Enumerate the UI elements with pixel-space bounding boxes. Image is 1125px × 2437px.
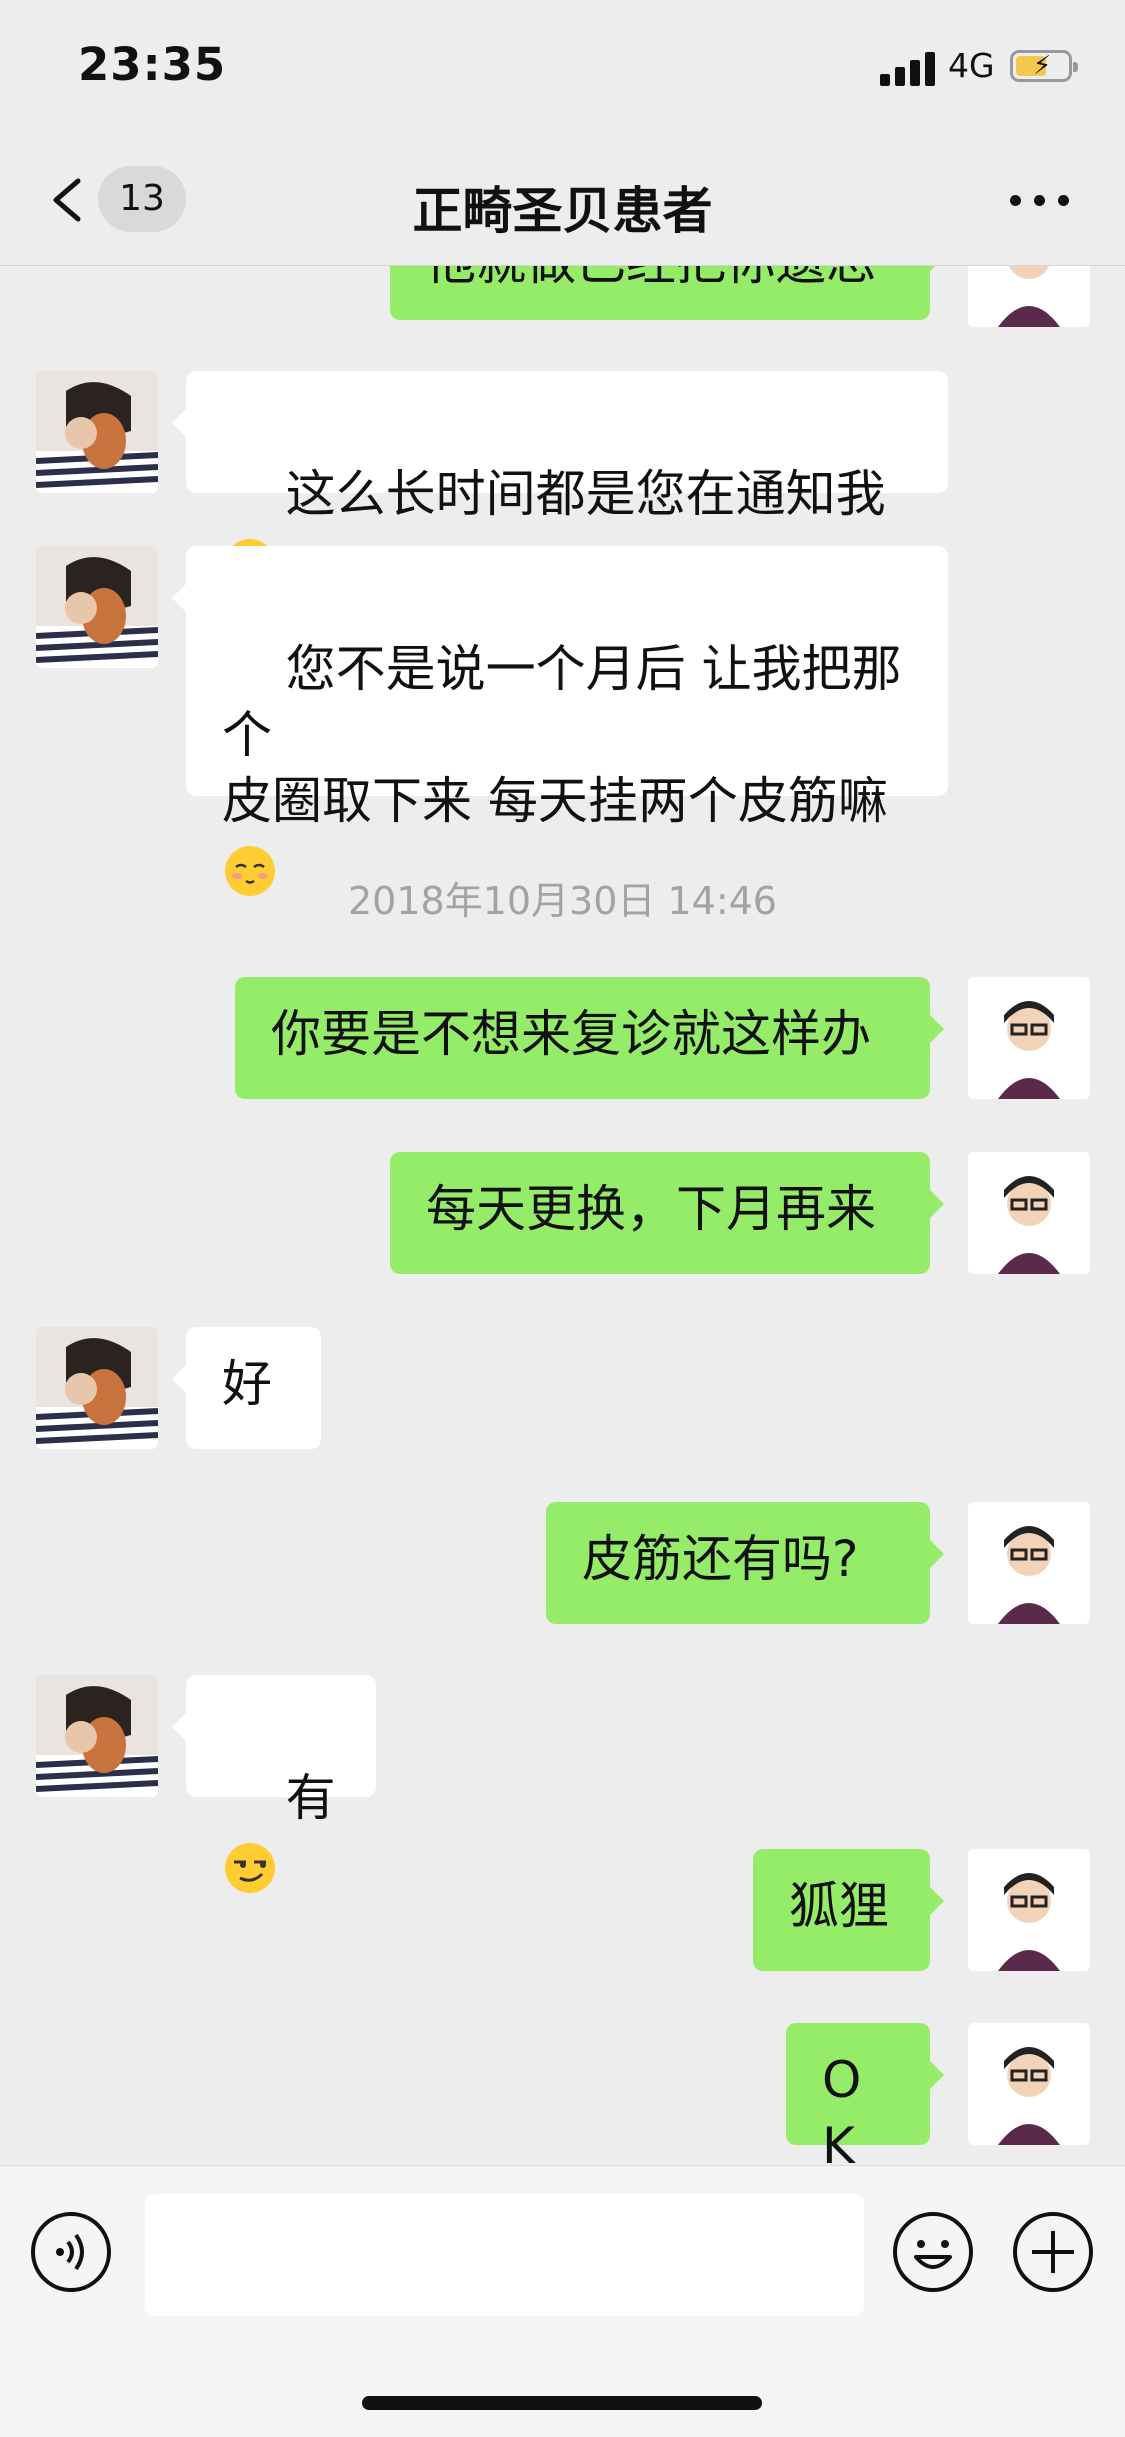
signal-icon — [880, 52, 936, 86]
message-bubble[interactable]: 你要是不想来复诊就这样办 — [235, 977, 944, 1099]
chat-timestamp: 2018年10月30日 14:46 — [347, 879, 777, 923]
network-type: 4G — [948, 46, 995, 85]
message-bubble[interactable]: 这么长时间都是您在通知我 — [172, 371, 948, 589]
avatar-self[interactable] — [968, 1849, 1090, 1971]
message-text: 有 — [285, 1769, 336, 1827]
avatar-self[interactable] — [968, 265, 1090, 327]
plus-icon[interactable] — [1012, 2211, 1094, 2293]
message-bubble[interactable]: OK — [786, 2023, 944, 2165]
message-bubble[interactable]: 狐狸 — [753, 1849, 944, 1971]
message-bubble[interactable]: 皮筋还有吗? — [546, 1502, 944, 1624]
home-indicator — [362, 2396, 762, 2410]
avatar-self[interactable] — [968, 977, 1090, 1099]
emoji-icon[interactable] — [892, 2211, 974, 2293]
avatar-contact[interactable] — [36, 371, 158, 493]
more-dots-icon[interactable] — [1010, 195, 1070, 207]
status-bar: 23:35 4G ⚡ — [0, 0, 1125, 135]
chat-title: 正畸圣贝患者 — [412, 182, 713, 240]
battery-icon: ⚡ — [1010, 50, 1078, 82]
avatar-self[interactable] — [968, 2023, 1090, 2145]
avatar-self[interactable] — [968, 1502, 1090, 1624]
message-text: 您不是说一个月后 让我把那个 皮圈取下来 每天挂两个皮筋嘛 — [222, 640, 902, 830]
avatar-contact[interactable] — [36, 1675, 158, 1797]
message-bubble[interactable]: 每天更换，下月再来 — [390, 1152, 944, 1274]
message-bubble[interactable]: 您不是说一个月后 让我把那个 皮圈取下来 每天挂两个皮筋嘛 — [172, 546, 948, 896]
chat-header: 13 正畸圣贝患者 — [0, 135, 1125, 266]
avatar-contact[interactable] — [36, 546, 158, 668]
avatar-contact[interactable] — [36, 1327, 158, 1449]
avatar-self[interactable] — [968, 1152, 1090, 1274]
message-bubble[interactable]: 好 — [172, 1327, 321, 1449]
status-time: 23:35 — [78, 38, 227, 91]
message-bubble[interactable]: 他就做已经把你遗忘 — [390, 265, 944, 320]
message-input[interactable] — [145, 2194, 864, 2316]
voice-icon[interactable] — [30, 2211, 112, 2293]
message-text: 这么长时间都是您在通知我 — [285, 465, 886, 523]
message-list[interactable]: 他就做已经把你遗忘 这么长时间都是您在通知我 您不是说一个月后 让我把那个 皮圈… — [0, 265, 1125, 2165]
smirking-face-emoji — [225, 1842, 275, 1893]
message-bubble[interactable]: 有 — [172, 1675, 376, 1893]
